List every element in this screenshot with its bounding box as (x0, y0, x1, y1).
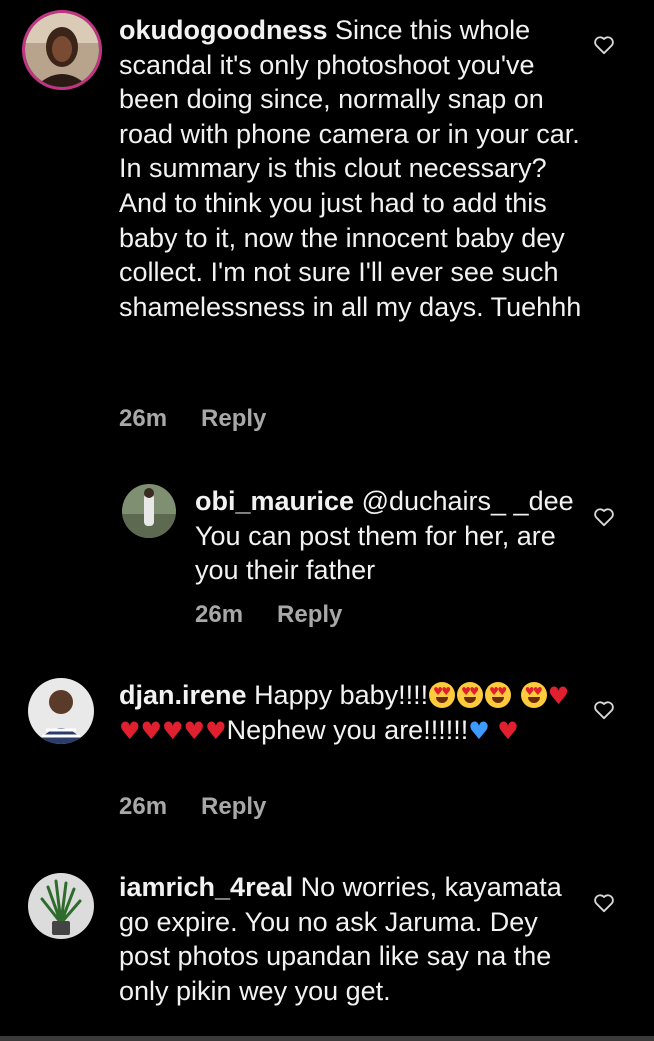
timestamp: 26m (119, 405, 168, 432)
timestamp: 26m (119, 793, 168, 820)
comment-meta: 26m Reply (195, 601, 342, 629)
profile-photo (122, 484, 176, 538)
comment-body-start: Happy baby!!!! (254, 680, 429, 710)
comment-text: djan.irene Happy baby!!!! ♥♥♥♥♥♥Nephew y… (119, 678, 589, 747)
reply-button[interactable]: Reply (201, 405, 266, 433)
timestamp: 26m (195, 601, 244, 628)
heart-eyes-emoji (485, 682, 512, 708)
comment-text: okudogoodness Since this whole scandal i… (119, 13, 589, 324)
heart-outline-icon[interactable] (593, 700, 615, 720)
avatar[interactable] (122, 484, 176, 538)
heart-eyes-emoji (429, 682, 456, 708)
comment-okudogoodness: okudogoodness Since this whole scandal i… (0, 0, 654, 460)
red-heart-emoji: ♥ (547, 682, 570, 710)
comment-meta: 26m Reply (119, 405, 266, 433)
username[interactable]: iamrich_4real (119, 872, 293, 902)
bottom-divider (0, 1036, 654, 1041)
comment-text: iamrich_4real No worries, kayamata go ex… (119, 870, 589, 1008)
comment-meta: 26m Reply (119, 793, 266, 821)
comment-iamrich-4real: iamrich_4real No worries, kayamata go ex… (0, 860, 654, 1036)
profile-photo (25, 13, 99, 87)
username[interactable]: obi_maurice (195, 486, 354, 516)
comment-obi-maurice: obi_maurice @duchairs_ _dee You can post… (0, 470, 654, 650)
avatar[interactable] (28, 678, 94, 744)
comment-body: Since this whole scandal it's only photo… (119, 15, 582, 322)
red-heart-emoji: ♥ (497, 716, 519, 745)
red-heart-emoji: ♥ (205, 716, 227, 745)
red-heart-emoji: ♥ (119, 716, 141, 745)
heart-outline-icon[interactable] (593, 35, 615, 55)
red-heart-emoji: ♥ (183, 716, 206, 745)
username[interactable]: djan.irene (119, 680, 247, 710)
heart-outline-icon[interactable] (593, 507, 615, 527)
heart-outline-icon[interactable] (593, 893, 615, 913)
heart-eyes-emoji (457, 682, 484, 708)
profile-photo (28, 873, 94, 939)
reply-button[interactable]: Reply (277, 601, 342, 629)
red-heart-emoji: ♥ (162, 716, 184, 745)
red-heart-emoji: ♥ (140, 716, 163, 745)
username[interactable]: okudogoodness (119, 15, 328, 45)
avatar[interactable] (22, 10, 102, 90)
heart-eyes-emoji (520, 682, 547, 708)
profile-photo (28, 678, 94, 744)
comment-text: obi_maurice @duchairs_ _dee You can post… (195, 484, 575, 588)
avatar[interactable] (28, 873, 94, 939)
comment-djan-irene: djan.irene Happy baby!!!! ♥♥♥♥♥♥Nephew y… (0, 665, 654, 845)
blue-heart-emoji: ♥ (468, 716, 490, 745)
reply-button[interactable]: Reply (201, 793, 266, 821)
comment-body-middle: Nephew you are!!!!!! (226, 714, 469, 745)
